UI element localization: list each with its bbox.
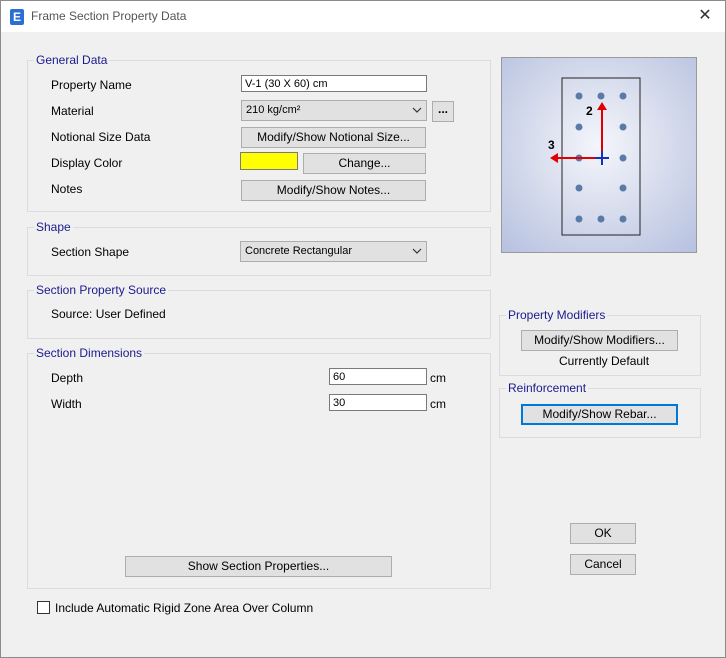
change-color-button[interactable]: Change... [303, 153, 426, 174]
rebar-dot [619, 215, 627, 223]
material-select[interactable]: 210 kg/cm² [241, 100, 427, 121]
material-label: Material [51, 104, 94, 118]
ok-button[interactable]: OK [570, 523, 636, 544]
frame-section-dialog: E Frame Section Property Data ✕ General … [0, 0, 726, 658]
property-name-input[interactable]: V-1 (30 X 60) cm [241, 75, 427, 92]
show-section-properties-button[interactable]: Show Section Properties... [125, 556, 392, 577]
general-data-label: General Data [34, 53, 110, 67]
width-unit: cm [430, 397, 446, 411]
cancel-button[interactable]: Cancel [570, 554, 636, 575]
source-text: Source: User Defined [51, 307, 166, 321]
material-value: 210 kg/cm² [246, 104, 301, 116]
rigid-zone-label: Include Automatic Rigid Zone Area Over C… [55, 601, 314, 615]
display-color-label: Display Color [51, 156, 123, 170]
window-title: Frame Section Property Data [31, 9, 187, 23]
rebar-dot [575, 215, 583, 223]
rebar-dot [575, 123, 583, 131]
rigid-zone-checkbox[interactable] [37, 601, 50, 614]
rebar-dot [597, 215, 605, 223]
section-dimensions-group: Section Dimensions [27, 346, 491, 589]
width-input[interactable]: 30 [329, 394, 427, 411]
depth-unit: cm [430, 371, 446, 385]
rebar-dot [619, 184, 627, 192]
rebar-dot [597, 92, 605, 100]
axis-3-arrowhead [550, 153, 558, 163]
notes-button[interactable]: Modify/Show Notes... [241, 180, 426, 201]
shape-label: Shape [34, 220, 73, 234]
rebar-dot [619, 123, 627, 131]
rebar-dot [575, 184, 583, 192]
title-bar: E Frame Section Property Data ✕ [1, 1, 725, 32]
depth-input[interactable]: 60 [329, 368, 427, 385]
notional-size-label: Notional Size Data [51, 130, 151, 144]
section-shape-value: Concrete Rectangular [245, 245, 353, 257]
property-name-label: Property Name [51, 78, 132, 92]
section-drawing: 2 3 [548, 77, 641, 236]
property-modifiers-label: Property Modifiers [506, 308, 608, 322]
section-preview: 2 3 [501, 57, 697, 253]
chevron-down-icon [412, 107, 422, 113]
reinforcement-label: Reinforcement [506, 381, 589, 395]
modify-rebar-button[interactable]: Modify/Show Rebar... [521, 404, 678, 425]
section-dimensions-label: Section Dimensions [34, 346, 145, 360]
width-label: Width [51, 397, 82, 411]
display-color-swatch[interactable] [240, 152, 298, 170]
axis-3-label: 3 [548, 138, 555, 152]
rebar-dot [575, 92, 583, 100]
etabs-app-icon: E [10, 9, 24, 25]
modify-modifiers-button[interactable]: Modify/Show Modifiers... [521, 330, 678, 351]
depth-label: Depth [51, 371, 84, 385]
modifiers-status: Currently Default [559, 354, 650, 368]
notional-size-button[interactable]: Modify/Show Notional Size... [241, 127, 426, 148]
dialog-client-area: General Data Property Name V-1 (30 X 60)… [11, 42, 714, 646]
rebar-dot [619, 154, 627, 162]
axis-2-label: 2 [586, 104, 593, 118]
property-source-label: Section Property Source [34, 283, 169, 297]
close-icon[interactable]: ✕ [695, 6, 715, 26]
axis-2-arrowhead [597, 102, 607, 110]
notes-label: Notes [51, 182, 83, 196]
section-shape-select[interactable]: Concrete Rectangular [240, 241, 427, 262]
material-browse-button[interactable]: ... [432, 101, 454, 122]
section-shape-label: Section Shape [51, 245, 130, 259]
chevron-down-icon [412, 248, 422, 254]
rebar-dot [619, 92, 627, 100]
